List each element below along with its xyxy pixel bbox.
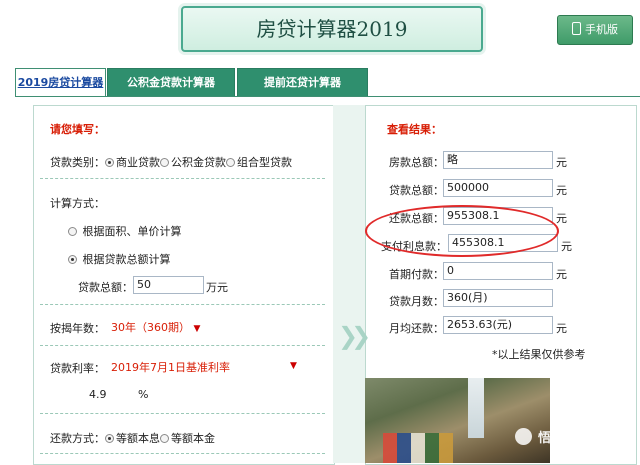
tab-prepayment-calculator[interactable]: 提前还贷计算器	[237, 68, 368, 97]
watermark-logo-icon	[515, 428, 532, 445]
separator	[40, 345, 325, 346]
tab-mortgage-calculator[interactable]: 2019房贷计算器	[15, 68, 106, 97]
loan-type-row: 贷款类别： 商业贷款 公积金贷款 组合型贷款	[50, 154, 292, 170]
result-unit: 元	[556, 322, 567, 335]
option-provident-loan: 公积金贷款	[171, 156, 226, 169]
years-label: 按揭年数：	[50, 322, 105, 335]
loan-total-label: 贷款总额：	[78, 281, 133, 294]
highlight-circle	[365, 205, 559, 257]
separator	[40, 304, 325, 305]
result-unit: 元	[556, 184, 567, 197]
page-title: 房贷计算器2019	[181, 6, 483, 52]
tab-provident-fund-calculator[interactable]: 公积金贷款计算器	[107, 68, 235, 97]
divider-band	[333, 105, 365, 463]
result-label: 房款总额：	[389, 156, 444, 169]
separator	[40, 453, 325, 454]
result-label: 贷款月数：	[389, 295, 444, 308]
option-equal-principal: 等额本金	[171, 432, 215, 445]
rate-number[interactable]: 4.9	[89, 388, 107, 401]
repay-method-row: 还款方式： 等额本息 等额本金	[50, 430, 215, 446]
radio-combined-loan[interactable]	[226, 158, 235, 167]
dropdown-arrow-icon: ▼	[193, 324, 201, 334]
tab-underline	[15, 96, 640, 97]
radio-provident-loan[interactable]	[160, 158, 169, 167]
dropdown-arrow-icon[interactable]: ▼	[290, 361, 297, 371]
result-label: 首期付款：	[389, 268, 444, 281]
rate-label: 贷款利率：	[50, 362, 105, 375]
calc-by-area-row: 根据面积、单价计算	[68, 223, 182, 239]
down-payment-field[interactable]: 0	[443, 262, 553, 280]
option-combined-loan: 组合型贷款	[237, 156, 292, 169]
house-total-field[interactable]: 略	[443, 151, 553, 169]
loan-total-input[interactable]: 50	[133, 276, 204, 294]
result-label: 贷款总额：	[389, 184, 444, 197]
repay-method-label: 还款方式：	[50, 432, 105, 445]
result-unit: 元	[556, 268, 567, 281]
separator	[40, 178, 325, 179]
radio-equal-principal[interactable]	[160, 434, 169, 443]
loan-total-field[interactable]: 500000	[443, 179, 553, 197]
rate-value[interactable]: 2019年7月1日基准利率	[111, 359, 230, 375]
monthly-payment-field[interactable]: 2653.63(元)	[443, 316, 553, 334]
result-note: *以上结果仅供参考	[492, 348, 586, 361]
result-label: 月均还款：	[389, 322, 444, 335]
mobile-version-button[interactable]: 手机版	[557, 15, 633, 45]
calc-by-total-row: 根据贷款总额计算	[68, 251, 171, 267]
loan-months-field[interactable]: 360(月)	[443, 289, 553, 307]
radio-equal-installment[interactable]	[105, 434, 114, 443]
rate-unit: %	[138, 388, 149, 401]
people-shape	[383, 433, 453, 463]
watermark-text: 悟空问答	[538, 431, 591, 446]
phone-icon	[572, 22, 581, 35]
result-unit: 元	[556, 156, 567, 169]
option-equal-installment: 等额本息	[116, 432, 160, 445]
waterfall-shape	[468, 378, 484, 438]
radio-calc-by-area[interactable]	[68, 227, 77, 236]
result-unit: 元	[561, 240, 572, 253]
mobile-button-label: 手机版	[585, 23, 618, 36]
years-value: 30年（360期）	[111, 321, 190, 334]
radio-commercial-loan[interactable]	[105, 158, 114, 167]
loan-type-label: 贷款类别：	[50, 156, 105, 169]
years-select[interactable]: 30年（360期） ▼	[111, 319, 200, 335]
option-calc-by-area: 根据面积、单价计算	[82, 225, 182, 238]
option-calc-by-total: 根据贷款总额计算	[82, 253, 171, 266]
result-heading: 查看结果：	[387, 123, 442, 136]
calc-method-label: 计算方式：	[50, 197, 105, 210]
option-commercial-loan: 商业贷款	[116, 156, 160, 169]
radio-calc-by-total[interactable]	[68, 255, 77, 264]
separator	[40, 413, 325, 414]
result-unit: 元	[556, 212, 567, 225]
form-heading: 请您填写：	[50, 123, 105, 136]
double-chevron-right-icon: ❯❯	[338, 322, 371, 350]
loan-total-unit: 万元	[206, 281, 228, 294]
